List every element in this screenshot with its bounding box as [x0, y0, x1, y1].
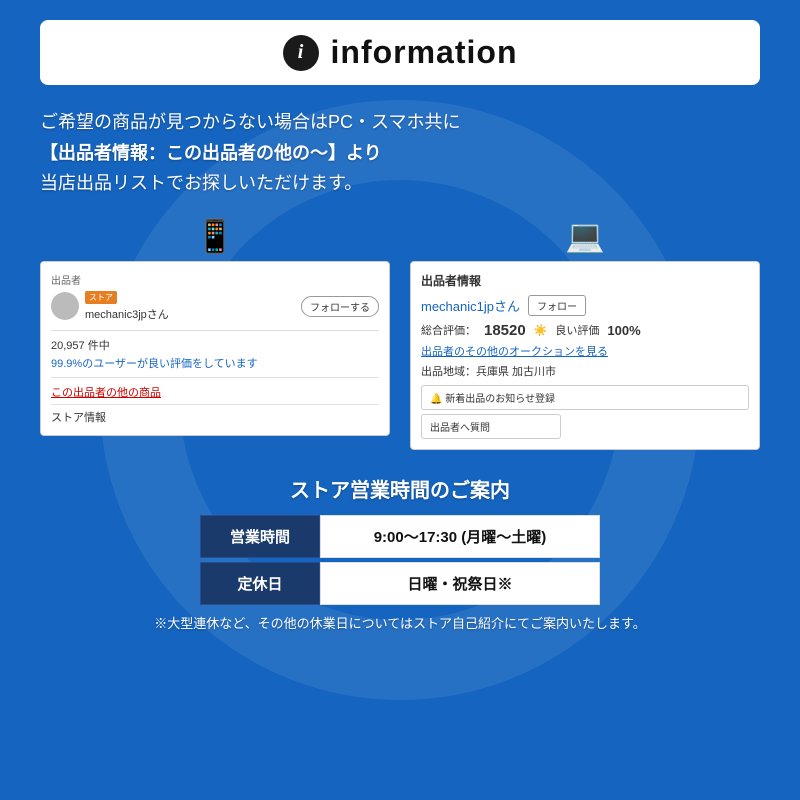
pc-location: 出品地域：兵庫県 加古川市 — [421, 363, 749, 379]
pc-notify-button[interactable]: 🔔 新着出品のお知らせ登録 — [421, 385, 749, 410]
mobile-store-badge: ストア — [85, 291, 117, 304]
mobile-seller-label: 出品者 — [51, 272, 379, 287]
pc-seller-name: mechanic1jpさん — [421, 296, 520, 315]
intro-line1: ご希望の商品が見つからない場合はPC・スマホ共に — [40, 107, 760, 138]
mobile-seller-name: mechanic3jpさん — [85, 306, 169, 322]
pc-good-rating-icon: ☀️ — [534, 324, 548, 337]
mobile-device-icon: 📱 — [195, 217, 235, 255]
mobile-divider1 — [51, 330, 379, 331]
mobile-avatar — [51, 292, 79, 320]
pc-rating-row: 総合評価： 18520 ☀️ 良い評価 100% — [421, 322, 749, 339]
pc-screenshot-box: 出品者情報 mechanic1jpさん フォロー 総合評価： 18520 ☀️ … — [410, 261, 760, 450]
pc-good-pct: 100% — [607, 323, 640, 338]
mobile-header-row: ストア mechanic3jpさん フォローする — [51, 291, 379, 322]
info-title: information — [331, 34, 518, 71]
mobile-seller-info: ストア mechanic3jpさん — [51, 291, 169, 322]
pc-rating-num: 18520 — [484, 322, 526, 339]
intro-line2: 【出品者情報：この出品者の他の〜】より — [40, 138, 760, 169]
main-container: i information ご希望の商品が見つからない場合はPC・スマホ共に 【… — [0, 0, 800, 668]
store-hours-title: ストア営業時間のご案内 — [40, 474, 760, 503]
pc-rating-label: 総合評価： — [421, 322, 476, 338]
pc-follow-button[interactable]: フォロー — [528, 295, 586, 316]
hours-rows: 営業時間 9:00〜17:30 (月曜〜土曜) 定休日 日曜・祝祭日※ — [40, 515, 760, 605]
hours-value-0: 9:00〜17:30 (月曜〜土曜) — [320, 515, 600, 558]
hours-label-0: 営業時間 — [200, 515, 320, 558]
mobile-seller-details: ストア mechanic3jpさん — [85, 291, 169, 322]
hours-row-1: 定休日 日曜・祝祭日※ — [40, 562, 760, 605]
mobile-screenshot-box: 出品者 ストア mechanic3jpさん フォローする 20,957 件中 9… — [40, 261, 390, 436]
info-icon: i — [283, 35, 319, 71]
mobile-other-items-link[interactable]: この出品者の他の商品 — [51, 384, 379, 400]
mobile-follow-button[interactable]: フォローする — [301, 296, 379, 317]
mobile-screenshot-wrapper: 📱 出品者 ストア mechanic3jpさん フォローする 20,957 件中… — [40, 217, 390, 450]
pc-screenshot-wrapper: 💻 出品者情報 mechanic1jpさん フォロー 総合評価： 18520 ☀… — [410, 217, 760, 450]
hours-value-1: 日曜・祝祭日※ — [320, 562, 600, 605]
pc-good-label: 良い評価 — [555, 322, 599, 338]
hours-note: ※大型連休など、その他の休業日についてはストア自己紹介にてご案内いたします。 — [40, 613, 760, 632]
pc-device-icon: 💻 — [565, 217, 605, 255]
intro-line3: 当店出品リストでお探しいただけます。 — [40, 168, 760, 199]
mobile-store-info: ストア情報 — [51, 404, 379, 425]
mobile-review-pct: 99.9%のユーザーが良い評価をしています — [51, 355, 379, 371]
mobile-review-count: 20,957 件中 — [51, 337, 379, 353]
main-text: ご希望の商品が見つからない場合はPC・スマホ共に 【出品者情報：この出品者の他の… — [40, 107, 760, 199]
pc-question-button[interactable]: 出品者へ質問 — [421, 414, 561, 439]
hours-label-1: 定休日 — [200, 562, 320, 605]
info-header: i information — [40, 20, 760, 85]
pc-seller-info-title: 出品者情報 — [421, 272, 749, 289]
mobile-divider2 — [51, 377, 379, 378]
screenshots-section: 📱 出品者 ストア mechanic3jpさん フォローする 20,957 件中… — [40, 217, 760, 450]
store-hours-section: ストア営業時間のご案内 営業時間 9:00〜17:30 (月曜〜土曜) 定休日 … — [40, 474, 760, 632]
pc-seller-row: mechanic1jpさん フォロー — [421, 295, 749, 316]
pc-auction-link[interactable]: 出品者のその他のオークションを見る — [421, 343, 749, 359]
hours-row-0: 営業時間 9:00〜17:30 (月曜〜土曜) — [40, 515, 760, 558]
